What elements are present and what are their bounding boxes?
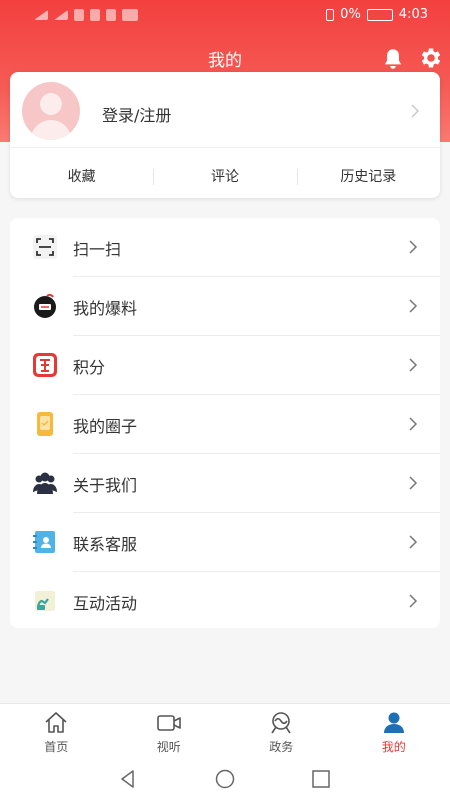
tab-mine[interactable]: 我的 [338,704,450,759]
avatar[interactable] [22,82,80,140]
menu-item-circle[interactable]: 我的圈子 [10,395,440,454]
system-navigation-bar [0,759,450,800]
battery-icon [366,8,393,21]
video-icon [156,715,181,731]
login-register-link[interactable]: 登录/注册 [102,102,171,126]
signal-4g-icon [54,10,68,20]
chevron-right-icon [409,358,418,372]
battery-percent: 0% [340,7,361,22]
divider [10,147,440,148]
chevron-right-icon [409,240,418,254]
gear-icon[interactable] [418,45,444,71]
government-icon [271,712,291,734]
history-link[interactable]: 历史记录 [296,162,440,192]
vibrate-icon [326,8,335,21]
tab-government[interactable]: 政务 [225,704,338,759]
chevron-right-icon [409,476,418,490]
contact-icon [33,531,55,553]
menu-label: 我的爆料 [73,299,138,318]
menu-label: 互动活动 [73,594,138,613]
wifi-icon [74,9,84,21]
comments-link[interactable]: 评论 [153,162,296,192]
tab-label: 我的 [381,740,406,754]
chevron-right-icon [411,104,420,118]
status-time: 4:03 [398,7,428,22]
user-icon [383,712,404,733]
menu-item-activity[interactable]: 互动活动 [10,572,440,630]
menu-item-points[interactable]: 积分 [10,336,440,395]
app-notification-icon [106,9,116,21]
status-icons-right: 0% 4:03 [326,7,428,22]
menu-label: 积分 [73,358,106,377]
chevron-right-icon [409,594,418,608]
menu-item-baoliao[interactable]: 我的爆料 [10,277,440,336]
back-icon[interactable] [117,768,139,790]
bell-icon[interactable] [380,46,406,72]
menu-item-about[interactable]: 关于我们 [10,454,440,513]
chevron-right-icon [409,535,418,549]
chevron-right-icon [409,299,418,313]
menu-label: 关于我们 [73,476,138,495]
home-icon [45,712,67,733]
chevron-right-icon [409,417,418,431]
notification-icon [90,9,100,21]
hbr-icon [122,9,138,21]
tab-label: 政务 [269,740,294,754]
status-icons-left [34,9,138,21]
menu-label: 联系客服 [73,535,138,554]
status-bar: 0% 4:03 [0,0,450,32]
tab-label: 视听 [156,740,181,754]
activity-icon [35,591,55,611]
menu-label: 我的圈子 [73,417,138,436]
tab-video[interactable]: 视听 [113,704,226,759]
menu-label: 扫一扫 [73,240,122,259]
avatar-placeholder-icon [30,93,72,140]
favorites-link[interactable]: 收藏 [10,162,153,192]
recent-apps-icon[interactable] [310,768,332,790]
points-icon [33,353,57,377]
menu-item-contact[interactable]: 联系客服 [10,513,440,572]
tab-home[interactable]: 首页 [0,704,113,759]
quick-links: 收藏 评论 历史记录 [10,162,440,192]
circle-icon [37,412,53,436]
people-icon [33,472,57,494]
baoliao-icon [34,293,56,318]
menu-item-scan[interactable]: 扫一扫 [10,218,440,277]
tab-label: 首页 [44,740,69,754]
home-circle-icon[interactable] [214,768,236,790]
menu-list: 扫一扫 我的爆料 积分 我的圈子 关于我们 联系客服 互动活动 [10,218,440,628]
signal-icon [34,10,48,20]
profile-card: 登录/注册 收藏 评论 历史记录 [10,72,440,198]
bottom-tab-bar: 首页 视听 政务 我的 [0,703,450,759]
scan-icon [33,235,57,259]
